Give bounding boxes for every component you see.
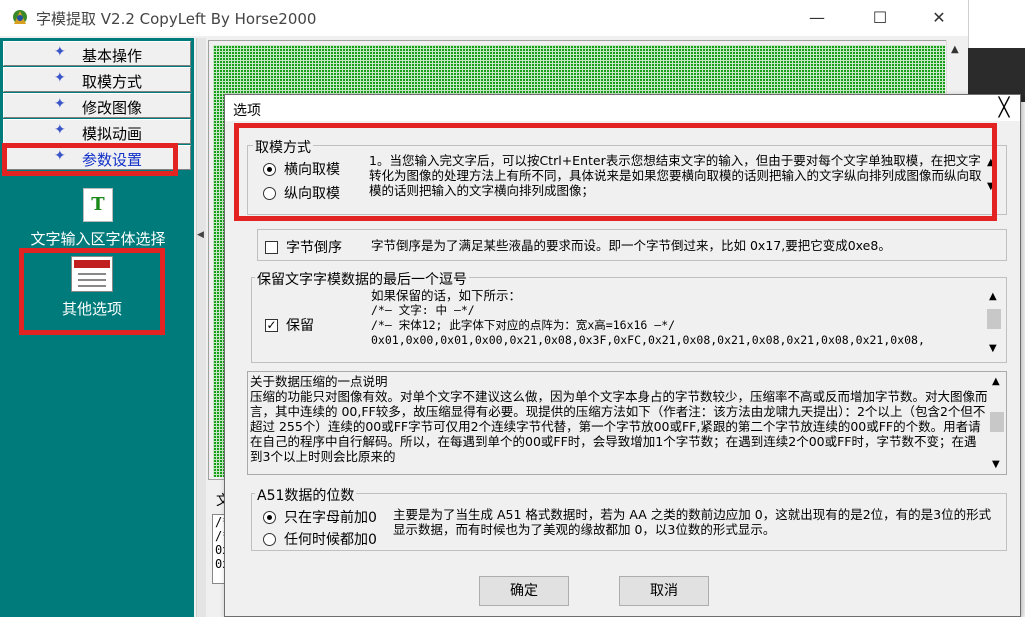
a51-description: 主要是为了当生成 A51 格式数据时，若为 AA 之类的数前边应加 0，这就出现… bbox=[393, 507, 992, 537]
radio-selected-icon bbox=[263, 510, 276, 524]
a51-group-title: A51数据的位数 bbox=[255, 485, 357, 505]
checkbox-empty-icon bbox=[265, 240, 278, 254]
window-title: 字模提取 V2.2 CopyLeft By Horse2000 bbox=[36, 10, 317, 28]
star-icon: ✦ bbox=[54, 96, 66, 112]
byte-reverse-description: 字节倒序是为了满足某些液晶的要求而设。即一个字节倒过来，比如 0x17,要把它变… bbox=[371, 238, 891, 253]
ok-button[interactable]: 确定 bbox=[479, 576, 569, 606]
star-icon: ✦ bbox=[54, 122, 66, 138]
dialog-title: 选项 bbox=[233, 103, 261, 119]
chevron-down-icon[interactable]: ▼ bbox=[989, 343, 997, 354]
highlight-box bbox=[19, 248, 165, 335]
keep-comma-scrollbar[interactable]: ▲ ▼ bbox=[985, 289, 1003, 359]
splitter-bar[interactable] bbox=[196, 38, 206, 617]
close-button[interactable]: ✕ bbox=[916, 0, 962, 36]
title-bar: 字模提取 V2.2 CopyLeft By Horse2000 — ☐ ✕ bbox=[0, 0, 968, 36]
chevron-left-icon[interactable]: ◀ bbox=[197, 230, 204, 240]
tool-label: 文字输入区字体选择 bbox=[30, 230, 166, 248]
keep-comma-checkbox[interactable]: ✓ 保留 bbox=[265, 315, 314, 335]
dialog-title-bar: 选项 ╳ bbox=[225, 95, 1020, 121]
star-icon: ✦ bbox=[54, 70, 66, 86]
sidebar-item-mode[interactable]: ✦ 取模方式 bbox=[3, 67, 191, 92]
app-logo-icon bbox=[13, 10, 27, 24]
font-tt-icon: T bbox=[83, 188, 113, 222]
chevron-up-icon[interactable]: ▲ bbox=[989, 291, 997, 302]
radio-empty-icon bbox=[263, 532, 276, 546]
radio-always-prefix[interactable]: 任何时候都加0 bbox=[263, 529, 377, 549]
highlight-box bbox=[234, 123, 997, 221]
compress-title: 关于数据压缩的一点说明 bbox=[250, 374, 388, 389]
minimize-button[interactable]: — bbox=[794, 0, 840, 36]
keep-comma-title: 保留文字字模数据的最后一个逗号 bbox=[255, 269, 469, 289]
sidebar-item-label: 修改图像 bbox=[82, 99, 143, 117]
checkmark-icon: ✓ bbox=[265, 317, 278, 332]
byte-reverse-checkbox[interactable]: 字节倒序 bbox=[265, 237, 342, 257]
scroll-thumb[interactable] bbox=[990, 412, 1004, 432]
font-select-tool[interactable]: T 文字输入区字体选择 bbox=[18, 188, 178, 249]
compress-text-box[interactable]: 关于数据压缩的一点说明 压缩的功能只对图像有效。对单个文字不建议这么做，因为单个… bbox=[247, 371, 1007, 475]
chevron-up-icon[interactable]: ▲ bbox=[951, 44, 959, 55]
sidebar-item-label: 取模方式 bbox=[82, 73, 143, 91]
dialog-close-button[interactable]: ╳ bbox=[991, 96, 1017, 120]
sidebar-item-basic[interactable]: ✦ 基本操作 bbox=[3, 41, 191, 66]
sidebar-item-edit-image[interactable]: ✦ 修改图像 bbox=[3, 93, 191, 118]
chevron-up-icon[interactable]: ▲ bbox=[992, 376, 1000, 387]
compress-scrollbar[interactable]: ▲ ▼ bbox=[988, 372, 1006, 474]
radio-letter-prefix[interactable]: 只在字母前加0 bbox=[263, 507, 377, 527]
maximize-button[interactable]: ☐ bbox=[857, 0, 903, 36]
cancel-button[interactable]: 取消 bbox=[619, 576, 709, 606]
compress-text: 压缩的功能只对图像有效。对单个文字不建议这么做，因为单个文字本身占的字节数较少，… bbox=[250, 389, 988, 464]
scroll-thumb[interactable] bbox=[987, 309, 1001, 329]
keep-comma-example: 如果保留的话，如下所示： /*— 文字: 中 —*/ /*— 宋体12; 此字体… bbox=[371, 288, 925, 347]
sidebar-item-label: 基本操作 bbox=[82, 47, 143, 65]
sidebar-item-label: 模拟动画 bbox=[82, 125, 143, 143]
star-icon: ✦ bbox=[54, 44, 66, 60]
sidebar-item-animation[interactable]: ✦ 模拟动画 bbox=[3, 119, 191, 144]
chevron-down-icon[interactable]: ▼ bbox=[992, 459, 1000, 470]
highlight-box bbox=[2, 143, 178, 176]
